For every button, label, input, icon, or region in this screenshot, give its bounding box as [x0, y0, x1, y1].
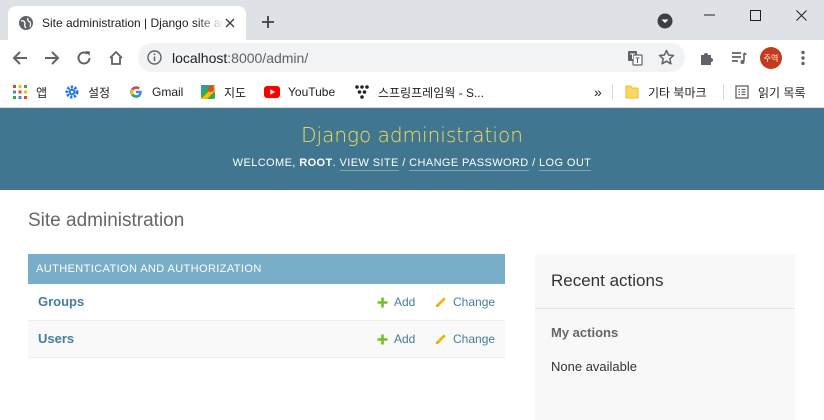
no-actions-text: None available [551, 359, 638, 374]
pencil-icon [435, 296, 447, 308]
bookmark-label: YouTube [288, 85, 336, 99]
close-window-icon[interactable] [778, 0, 824, 30]
bookmark-maps[interactable]: 지도 [200, 81, 246, 103]
view-site-link[interactable]: VIEW SITE [339, 157, 399, 171]
log-out-link[interactable]: LOG OUT [539, 157, 592, 171]
reading-list-icon [734, 84, 750, 100]
maps-icon [200, 84, 216, 100]
user-tools: WELCOME, ROOT. VIEW SITE / CHANGE PASSWO… [0, 157, 824, 171]
browser-tab-strip: Site administration | Django site admin [0, 0, 824, 40]
usertools-separator: / [398, 157, 410, 169]
new-tab-icon[interactable] [258, 12, 278, 32]
model-link-groups[interactable]: Groups [38, 294, 84, 309]
globe-icon [18, 15, 34, 31]
bookmarks-separator [723, 84, 724, 100]
url-path: :8000/admin/ [227, 50, 309, 66]
browser-toolbar: localhost:8000/admin/ 주역 [0, 40, 824, 76]
add-plus-icon [376, 333, 388, 345]
bookmark-label: 기타 북마크 [648, 85, 707, 100]
bookmark-settings[interactable]: 설정 [64, 81, 110, 103]
recent-actions-panel: Recent actions My actions None available [535, 254, 795, 420]
bookmark-other-folder[interactable]: 기타 북마크 [624, 81, 707, 103]
forward-arrow-icon[interactable] [41, 47, 63, 69]
google-g-icon [128, 84, 144, 100]
bookmark-label: 스프링프레임웍 - S... [378, 85, 484, 100]
browser-tab[interactable]: Site administration | Django site admin [8, 6, 246, 40]
bookmark-apps[interactable]: 앱 [12, 81, 47, 103]
bookmark-spring[interactable]: 스프링프레임웍 - S... [354, 81, 484, 103]
translate-icon[interactable] [627, 50, 643, 66]
spring-icon [354, 84, 370, 100]
usertools-separator: / [528, 157, 539, 169]
module-caption[interactable]: AUTHENTICATION AND AUTHORIZATION [28, 254, 505, 284]
admin-header: Django administration WELCOME, ROOT. VIE… [0, 108, 824, 190]
profile-avatar[interactable]: 주역 [760, 47, 782, 69]
welcome-text: WELCOME, [232, 157, 300, 169]
bookmark-label: Gmail [152, 85, 184, 99]
add-label: Add [394, 295, 416, 309]
bookmark-label: 읽기 목록 [758, 85, 806, 100]
change-users-link[interactable]: Change [435, 332, 495, 346]
youtube-icon [264, 84, 280, 100]
bookmarks-bar: 앱 설정 Gmail 지도 YouTube 스프링프레임웍 - S... » 기… [0, 76, 824, 108]
url-host: localhost [172, 50, 228, 66]
add-label: Add [394, 332, 416, 346]
pencil-icon [435, 333, 447, 345]
tab-search-icon[interactable] [657, 13, 673, 29]
model-row-groups: Groups Add Change [28, 284, 505, 321]
settings-gear-icon [64, 84, 80, 100]
app-module-auth: AUTHENTICATION AND AUTHORIZATION Groups … [28, 254, 505, 358]
minimize-window-icon[interactable] [686, 0, 732, 30]
recent-actions-divider [535, 308, 795, 309]
bookmarks-separator [612, 84, 613, 100]
close-tab-icon[interactable] [222, 15, 238, 31]
add-users-link[interactable]: Add [376, 332, 415, 346]
change-password-link[interactable]: CHANGE PASSWORD [409, 157, 529, 171]
extensions-puzzle-icon[interactable] [696, 47, 718, 69]
change-groups-link[interactable]: Change [435, 295, 495, 309]
model-link-users[interactable]: Users [38, 331, 74, 346]
add-plus-icon [376, 296, 388, 308]
username: ROOT [299, 157, 333, 169]
bookmark-label: 앱 [36, 85, 48, 100]
bookmark-gmail[interactable]: Gmail [128, 81, 183, 103]
bookmark-star-icon[interactable] [658, 49, 675, 66]
reading-list[interactable]: 읽기 목록 [734, 81, 806, 103]
apps-grid-icon [12, 84, 28, 100]
site-branding[interactable]: Django administration [0, 123, 824, 147]
url-text: localhost:8000/admin/ [172, 50, 308, 66]
folder-icon [624, 84, 640, 100]
my-actions-heading: My actions [551, 325, 619, 340]
bookmark-label: 지도 [224, 85, 247, 100]
add-groups-link[interactable]: Add [376, 295, 415, 309]
site-info-icon[interactable] [147, 50, 162, 65]
model-row-users: Users Add Change [28, 321, 505, 358]
recent-actions-title: Recent actions [551, 271, 664, 290]
more-bookmarks-chevron[interactable]: » [594, 81, 602, 103]
maximize-window-icon[interactable] [732, 0, 778, 30]
page-title: Site administration [28, 210, 185, 231]
back-arrow-icon[interactable] [9, 47, 31, 69]
tab-title: Site administration | Django site admin [42, 16, 224, 30]
media-queue-icon[interactable] [728, 47, 750, 69]
address-bar[interactable]: localhost:8000/admin/ [138, 43, 685, 72]
menu-kebab-icon[interactable] [792, 47, 814, 69]
bookmark-youtube[interactable]: YouTube [264, 81, 335, 103]
bookmark-label: 설정 [88, 85, 111, 100]
change-label: Change [453, 295, 496, 309]
reload-icon[interactable] [73, 47, 95, 69]
welcome-punct: . [332, 157, 340, 169]
change-label: Change [453, 332, 496, 346]
home-icon[interactable] [105, 47, 127, 69]
